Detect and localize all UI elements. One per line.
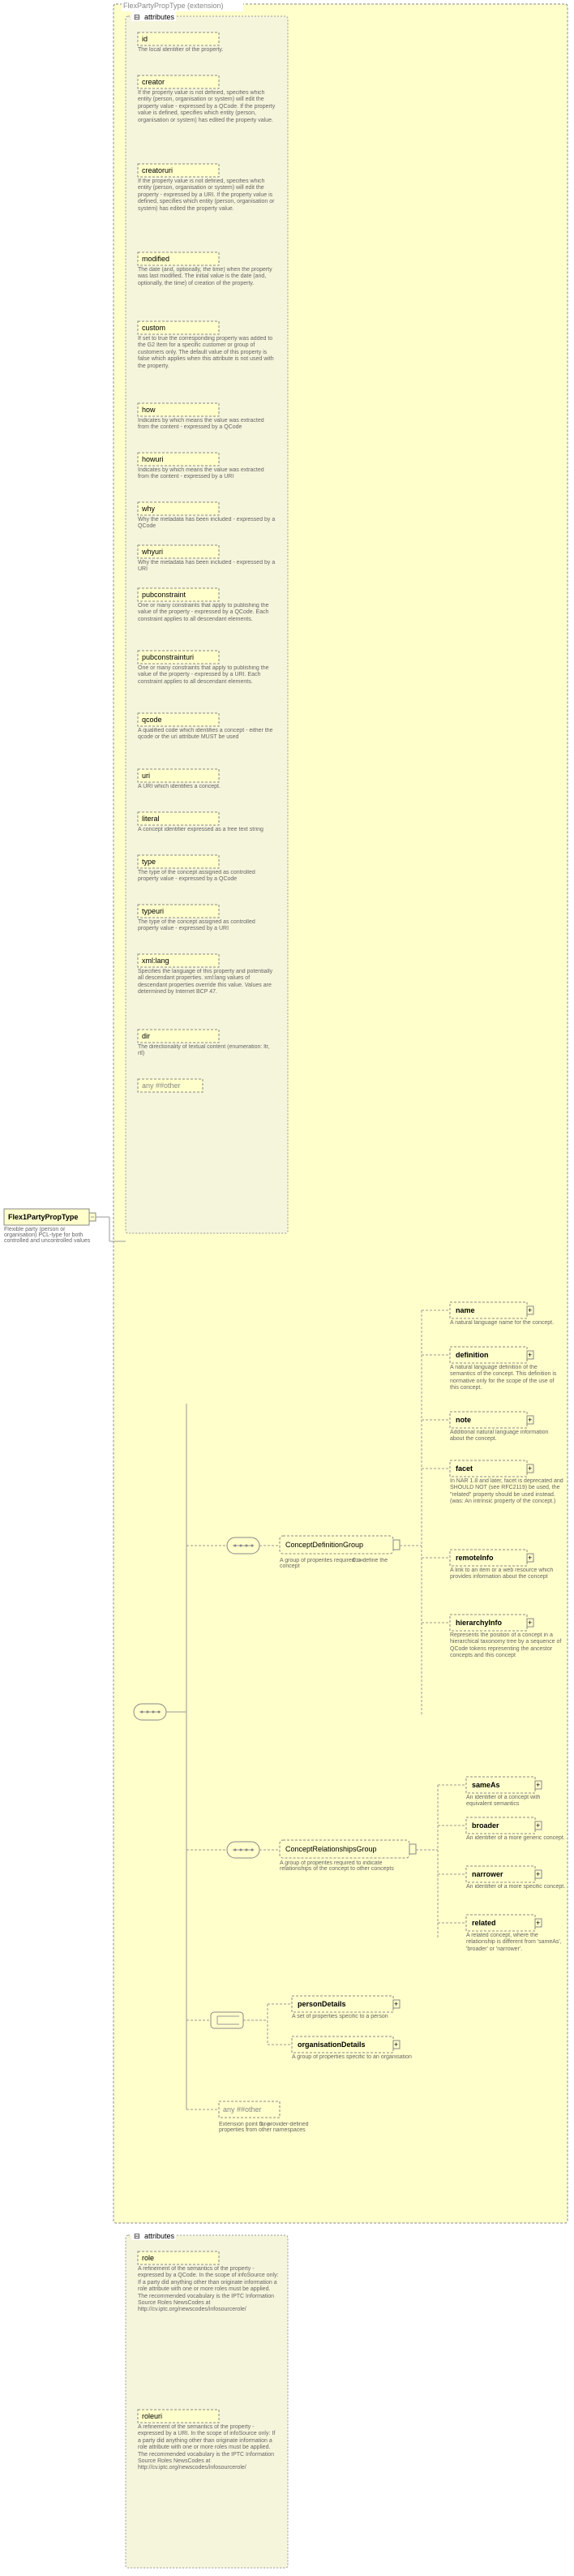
root-desc: Flexible party (person or organisation) …	[4, 1227, 93, 1244]
svg-text:+: +	[394, 2041, 398, 2049]
svg-text:related: related	[472, 1919, 496, 1927]
svg-text:ConceptRelationshipsGroup: ConceptRelationshipsGroup	[285, 1845, 377, 1853]
svg-text:attributes: attributes	[144, 13, 175, 21]
svg-text:note: note	[456, 1416, 471, 1424]
svg-text:+: +	[528, 1351, 532, 1359]
svg-text:modified: modified	[142, 255, 169, 263]
svg-text:organisationDetails: organisationDetails	[298, 2041, 366, 2049]
svg-text:sameAs: sameAs	[472, 1781, 500, 1789]
svg-text:+: +	[536, 1919, 540, 1927]
svg-text:whyuri: whyuri	[141, 548, 163, 556]
svg-text:pubconstraint: pubconstraint	[142, 591, 186, 599]
svg-text:attributes: attributes	[144, 2232, 175, 2240]
svg-text:xml:lang: xml:lang	[142, 957, 169, 965]
extension-label: FlexPartyPropType (extension)	[123, 2, 224, 10]
svg-text:any ##other: any ##other	[223, 2105, 262, 2114]
svg-text:dir: dir	[142, 1032, 150, 1040]
svg-text:roleuri: roleuri	[142, 2412, 162, 2420]
svg-text:ConceptDefinitionGroup: ConceptDefinitionGroup	[285, 1541, 363, 1549]
svg-text:+: +	[528, 1464, 532, 1473]
svg-text:⊟: ⊟	[134, 2232, 140, 2240]
svg-text:name: name	[456, 1306, 475, 1314]
svg-text:creatoruri: creatoruri	[142, 166, 173, 174]
schema-diagram: Flex1PartyPropType Flexible party (perso…	[0, 0, 574, 2576]
svg-text:creator: creator	[142, 78, 165, 86]
root-label: Flex1PartyPropType	[8, 1213, 78, 1221]
attr-id[interactable]	[138, 32, 219, 45]
svg-text:role: role	[142, 2254, 154, 2262]
svg-text:howuri: howuri	[142, 455, 164, 463]
svg-text:type: type	[142, 858, 156, 866]
svg-text:+: +	[528, 1306, 532, 1314]
svg-text:narrower: narrower	[472, 1870, 503, 1878]
svg-text:pubconstrainturi: pubconstrainturi	[142, 653, 194, 661]
choice-connector	[211, 2012, 243, 2028]
svg-text:literal: literal	[142, 815, 160, 823]
svg-text:+: +	[394, 2000, 398, 2008]
svg-text:qcode: qcode	[142, 716, 162, 724]
svg-text:custom: custom	[142, 324, 165, 332]
svg-text:any ##other: any ##other	[142, 1082, 181, 1090]
svg-text:+: +	[528, 1554, 532, 1562]
svg-text:definition: definition	[456, 1351, 489, 1359]
svg-text:+: +	[536, 1870, 540, 1878]
svg-text:+: +	[536, 1821, 540, 1830]
svg-text:hierarchyInfo: hierarchyInfo	[456, 1619, 503, 1627]
svg-text:id: id	[142, 35, 148, 43]
svg-text:+: +	[528, 1619, 532, 1627]
svg-text:personDetails: personDetails	[298, 2000, 346, 2008]
svg-text:uri: uri	[142, 772, 150, 780]
svg-text:+: +	[536, 1781, 540, 1789]
svg-text:how: how	[142, 406, 156, 414]
svg-text:remoteInfo: remoteInfo	[456, 1554, 494, 1562]
svg-text:why: why	[141, 505, 156, 513]
svg-text:broader: broader	[472, 1821, 499, 1830]
svg-text:facet: facet	[456, 1464, 473, 1473]
attr-header-1: ⊟	[134, 13, 140, 21]
svg-text:typeuri: typeuri	[142, 907, 164, 915]
svg-text:+: +	[528, 1416, 532, 1424]
